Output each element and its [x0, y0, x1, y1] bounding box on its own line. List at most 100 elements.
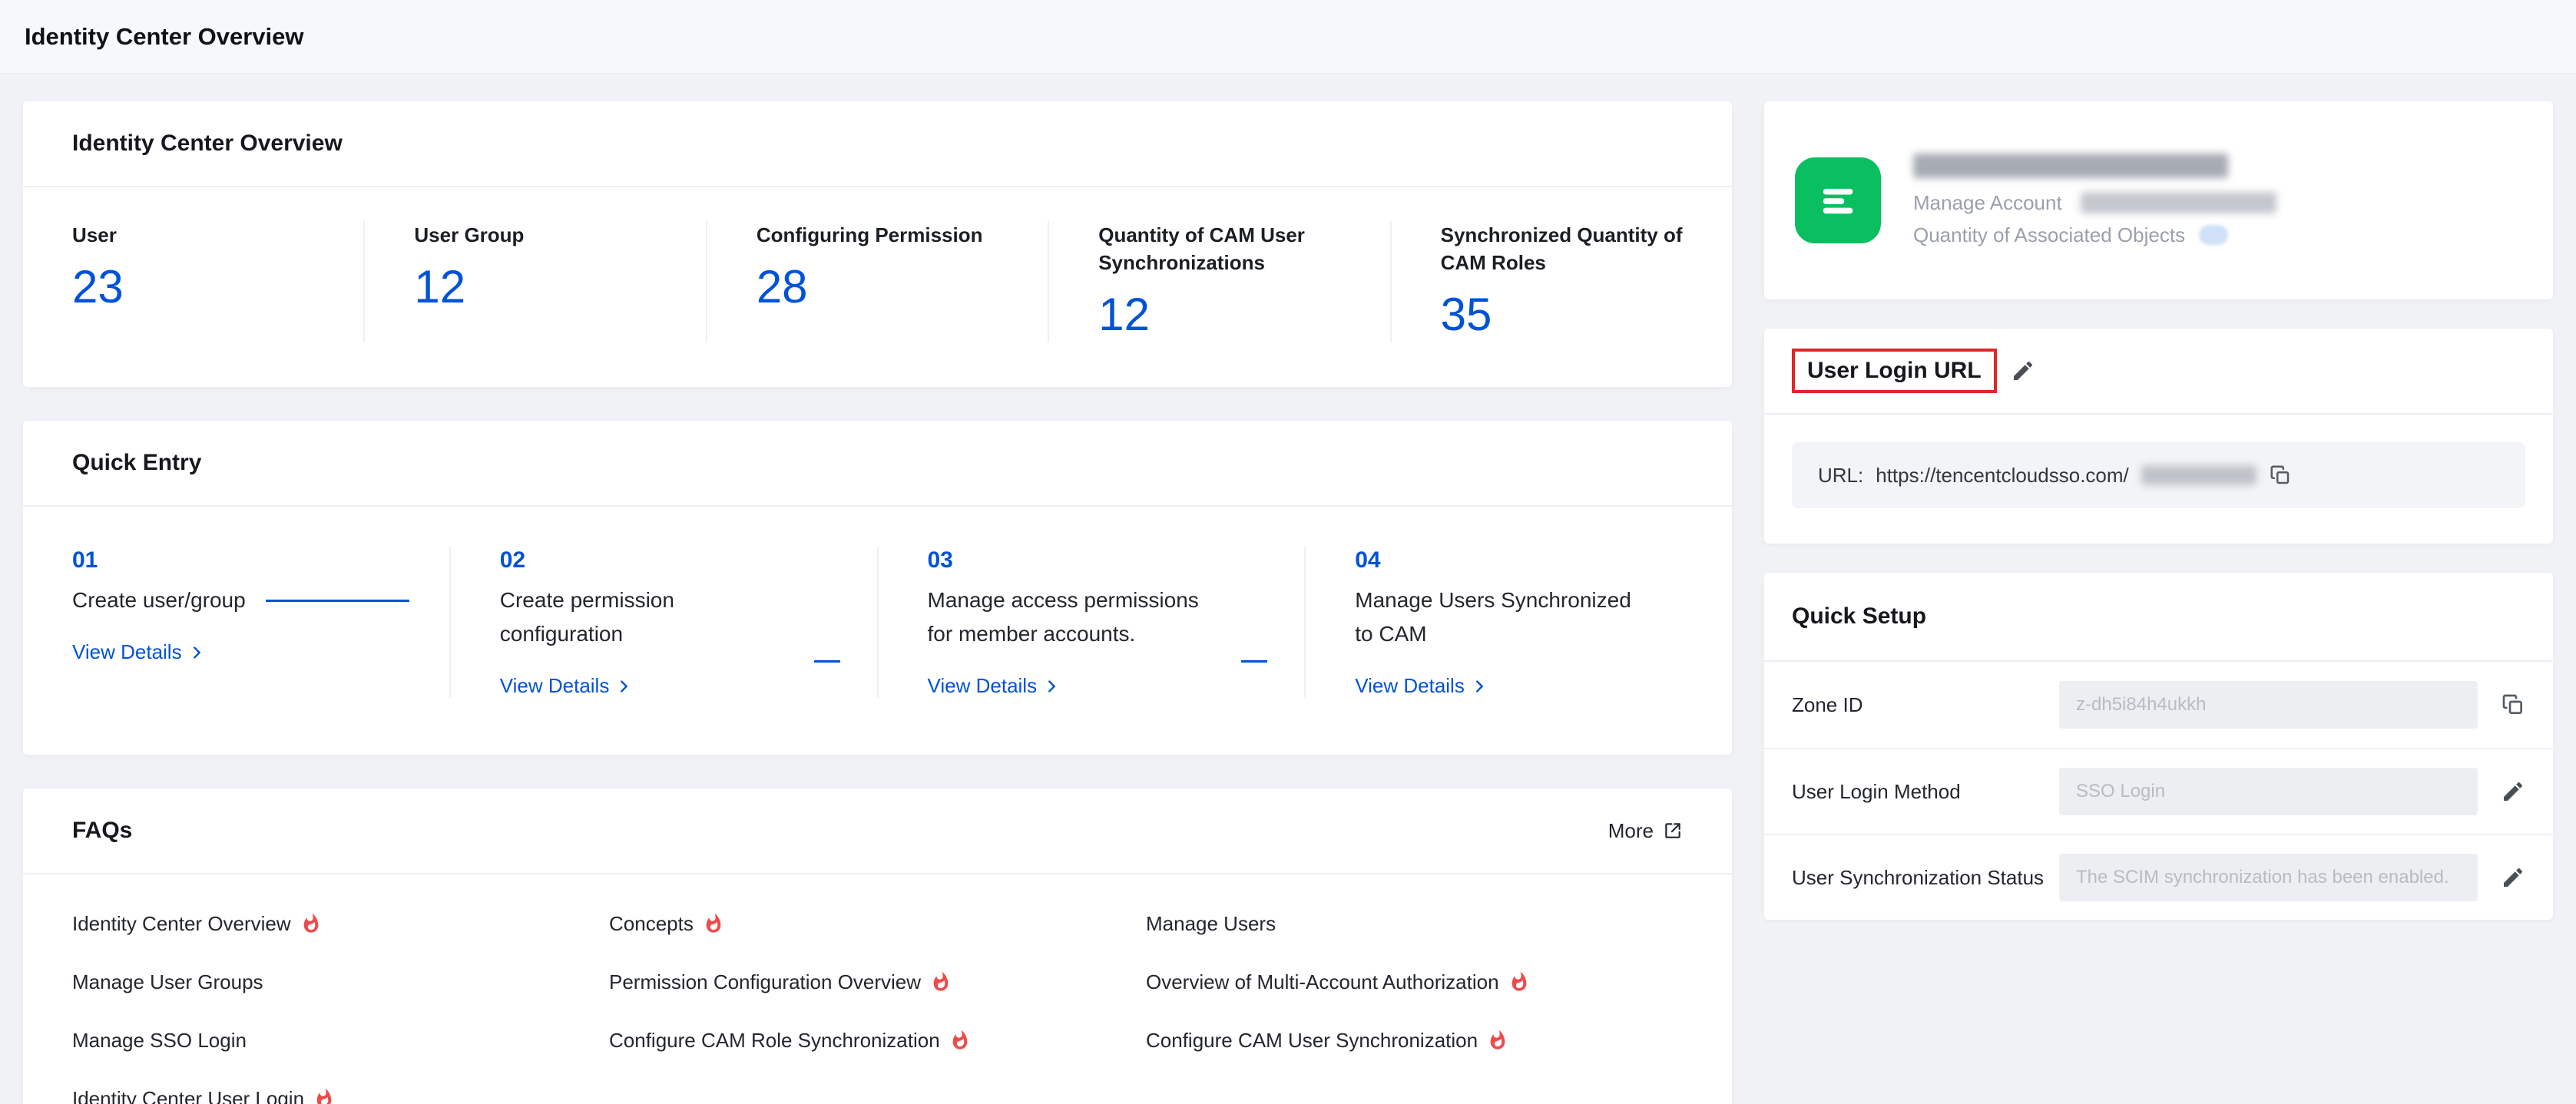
faq-link[interactable]: Permission Configuration Overview — [609, 953, 1146, 1011]
faq-link[interactable]: Manage SSO Login — [72, 1011, 609, 1069]
step-connector-line — [266, 600, 409, 602]
redacted-manage-account-value — [2081, 192, 2276, 213]
stats-row: User 23 User Group 12 Configuring Permis… — [23, 187, 1732, 387]
login-url-bar: URL: https://tencentcloudsso.com/ — [1792, 442, 2525, 508]
flame-icon — [930, 971, 952, 993]
faq-link[interactable]: Concepts — [609, 894, 1146, 953]
stat-label: Quantity of CAM User Synchronizations — [1098, 221, 1359, 276]
faq-label: Manage User Groups — [72, 970, 263, 994]
flame-icon — [1508, 971, 1530, 993]
faq-link[interactable]: Identity Center User Login — [72, 1069, 609, 1104]
url-value: https://tencentcloudsso.com/ — [1876, 464, 2129, 488]
quick-setup-row-zone-id: Zone ID z-dh5i84h4ukkh — [1764, 662, 2553, 748]
more-label: More — [1608, 819, 1654, 843]
sync-status-value: The SCIM synchronization has been enable… — [2059, 854, 2478, 901]
chevron-right-icon — [1471, 678, 1488, 695]
stat-user-group: User Group 12 — [363, 221, 705, 342]
zone-id-value: z-dh5i84h4ukkh — [2059, 681, 2478, 729]
flame-icon — [300, 913, 322, 934]
account-icon — [1795, 157, 1881, 243]
view-details-label: View Details — [72, 640, 182, 664]
edit-sync-status-button[interactable] — [2501, 865, 2525, 890]
quick-setup-header: Quick Setup — [1764, 573, 2553, 662]
faq-link[interactable]: Configure CAM Role Synchronization — [609, 1011, 1146, 1069]
quick-entry-card-header: Quick Entry — [23, 421, 1732, 507]
step-connector-dash — [814, 660, 840, 663]
chevron-right-icon — [615, 678, 632, 695]
user-login-url-header: User Login URL — [1764, 329, 2553, 415]
step-number: 02 — [500, 547, 843, 574]
faq-link[interactable]: Identity Center Overview — [72, 894, 609, 953]
row-label: Zone ID — [1792, 693, 2059, 717]
page-title: Identity Center Overview — [25, 23, 304, 51]
quick-entry-steps: 01 Create user/group View Details 02 Cre… — [23, 507, 1732, 755]
user-login-url-title: User Login URL — [1807, 358, 1982, 383]
faq-label: Permission Configuration Overview — [609, 970, 921, 994]
quick-setup-card: Quick Setup Zone ID z-dh5i84h4ukkh User … — [1764, 573, 2553, 920]
edit-icon — [2011, 359, 2035, 383]
overview-card-header: Identity Center Overview — [23, 101, 1732, 187]
stat-configuring-permission: Configuring Permission 28 — [706, 221, 1048, 342]
step-number: 03 — [928, 547, 1271, 574]
faq-label: Identity Center Overview — [72, 912, 291, 936]
stat-label: Configuring Permission — [757, 221, 1017, 249]
faq-link[interactable]: Configure CAM User Synchronization — [1146, 1011, 1683, 1069]
chevron-right-icon — [1043, 678, 1060, 695]
faq-label: Manage Users — [1146, 912, 1276, 936]
view-details-link[interactable]: View Details — [1355, 674, 1488, 698]
redacted-url-suffix — [2141, 465, 2256, 485]
flame-icon — [703, 913, 724, 934]
stat-label: User — [72, 221, 333, 249]
faqs-card: FAQs More Identity Center Overview Conce… — [23, 788, 1732, 1104]
step-title: Create permission configuration — [500, 583, 800, 651]
quick-entry-card-title: Quick Entry — [72, 450, 201, 476]
edit-icon — [2501, 865, 2525, 890]
quick-setup-row-login-method: User Login Method SSO Login — [1764, 748, 2553, 834]
faq-link[interactable]: Overview of Multi-Account Authorization — [1146, 953, 1683, 1011]
flame-icon — [949, 1030, 971, 1051]
stat-cam-roles-synced: Synchronized Quantity of CAM Roles 35 — [1390, 221, 1732, 342]
stat-value: 23 — [72, 259, 333, 315]
faqs-grid: Identity Center Overview Concepts Manage… — [72, 894, 1683, 1104]
view-details-link[interactable]: View Details — [500, 674, 633, 698]
stat-label: User Group — [414, 221, 674, 249]
overview-card: Identity Center Overview User 23 User Gr… — [23, 101, 1732, 387]
faqs-card-title: FAQs — [72, 818, 132, 844]
user-login-url-card: User Login URL URL: https://tencentcloud… — [1764, 329, 2553, 544]
quick-entry-card: Quick Entry 01 Create user/group View De… — [23, 421, 1732, 755]
faqs-body: Identity Center Overview Concepts Manage… — [23, 874, 1732, 1104]
edit-login-url-button[interactable] — [2011, 359, 2035, 383]
view-details-link[interactable]: View Details — [72, 640, 205, 664]
quick-entry-step-1: 01 Create user/group View Details — [23, 547, 449, 698]
faq-link[interactable]: Manage User Groups — [72, 953, 609, 1011]
copy-icon — [2501, 692, 2525, 717]
faq-label: Identity Center User Login — [72, 1087, 304, 1104]
copy-url-button[interactable] — [2269, 464, 2292, 487]
copy-zone-id-button[interactable] — [2501, 692, 2525, 717]
stat-cam-user-syncs: Quantity of CAM User Synchronizations 12 — [1048, 221, 1389, 342]
faq-link[interactable]: Manage Users — [1146, 894, 1683, 953]
faq-label: Concepts — [609, 912, 694, 936]
faqs-card-header: FAQs More — [23, 788, 1732, 874]
login-method-value: SSO Login — [2059, 768, 2478, 815]
view-details-label: View Details — [500, 674, 610, 698]
stat-user: User 23 — [23, 221, 363, 342]
step-connector-dash — [1241, 660, 1267, 663]
view-details-label: View Details — [1355, 674, 1465, 698]
step-title: Create user/group — [72, 583, 246, 617]
flame-icon — [1487, 1030, 1508, 1051]
step-title: Manage Users Synchronized to CAM — [1355, 583, 1654, 651]
faq-label: Manage SSO Login — [72, 1029, 247, 1053]
user-login-url-title-highlight: User Login URL — [1792, 349, 1997, 393]
chevron-right-icon — [188, 644, 205, 661]
faqs-more-link[interactable]: More — [1608, 819, 1683, 843]
view-details-link[interactable]: View Details — [928, 674, 1061, 698]
quick-entry-step-4: 04 Manage Users Synchronized to CAM View… — [1304, 547, 1732, 698]
edit-login-method-button[interactable] — [2501, 779, 2525, 804]
view-details-label: View Details — [928, 674, 1038, 698]
redacted-account-name — [1913, 154, 2228, 178]
page-header: Identity Center Overview — [0, 0, 2576, 74]
account-info: Manage Account Quantity of Associated Ob… — [1913, 154, 2522, 247]
row-label: User Synchronization Status — [1792, 866, 2059, 890]
flame-icon — [313, 1088, 335, 1104]
